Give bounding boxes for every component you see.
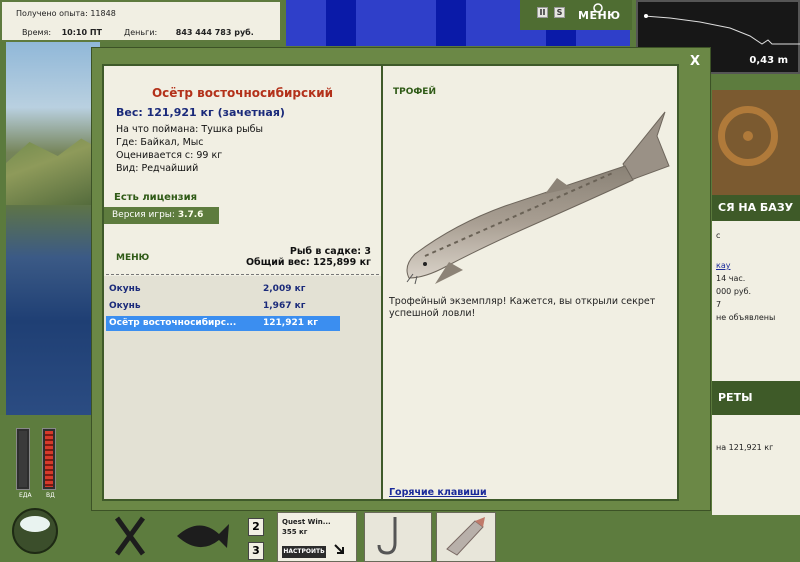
location-line: Где: Байкал, Мыс — [116, 137, 204, 148]
right-info-line — [716, 242, 796, 255]
bait-slot[interactable] — [436, 512, 496, 562]
player-hud: Получено опыта: 11848 Время: 10:10 ПТ Де… — [0, 0, 282, 42]
money-label: Деньги: — [124, 28, 158, 37]
fish-bait-icon — [446, 517, 485, 556]
bait-gauge — [42, 428, 56, 490]
right-info-line: 14 час. — [716, 274, 746, 283]
quest-title: Quest Win... — [282, 518, 331, 526]
catch-weight: 121,921 кг — [263, 318, 318, 328]
secrets-button[interactable]: РЕТЫ — [712, 381, 800, 415]
catch-name: Окунь — [109, 284, 141, 294]
caught-on-line: На что поймана: Тушка рыбы — [116, 124, 263, 135]
food-gauge — [16, 428, 30, 490]
xp-label: Получено опыта: — [16, 9, 88, 18]
bait-gauge-label: ВД — [46, 492, 55, 499]
license-status: Есть лицензия — [114, 192, 198, 203]
catch-list: Окунь 2,009 кг Окунь 1,967 кг Осётр вост… — [104, 276, 381, 499]
trophy-message: Трофейный экземпляр! Кажется, вы открыли… — [389, 296, 656, 319]
hotkeys-link[interactable]: Горячие клавиши — [389, 487, 487, 498]
return-to-base-label: СЯ НА БАЗУ — [718, 201, 794, 214]
depth-value: 0,43 m — [749, 55, 788, 66]
version-label: Версия игры: — [112, 210, 175, 220]
version-value: 3.7.6 — [177, 210, 204, 220]
divider — [106, 274, 379, 275]
time-label: Время: — [22, 28, 52, 37]
money-row: Деньги: 843 444 783 руб. — [124, 28, 254, 37]
catch-row[interactable]: Окунь 1,967 кг — [106, 299, 340, 314]
hook-icon — [377, 517, 397, 555]
trophy-panel: ТРОФЕЙ Трофейный экземпляр! Кажется, вы … — [381, 64, 679, 501]
settings-button[interactable]: S — [554, 7, 565, 18]
lake-view — [6, 40, 100, 415]
catch-weight: 2,009 кг — [263, 284, 306, 294]
right-info-line: 000 руб. — [716, 287, 752, 296]
fish-info-panel: Осётр восточносибирский Вес: 121,921 кг … — [102, 64, 383, 501]
close-icon[interactable]: X — [690, 54, 700, 69]
secrets-label: РЕТЫ — [718, 391, 753, 404]
slot-number-3[interactable]: 3 — [248, 542, 264, 560]
time-row: Время: 10:10 ПТ — [22, 28, 102, 37]
top-menu-button[interactable]: МЕНЮ — [576, 3, 621, 23]
cauldron-icon[interactable] — [12, 508, 58, 554]
crossed-tools-icon — [114, 516, 146, 556]
catch-name: Окунь — [109, 301, 141, 311]
catch-name: Осётр восточносибирс... — [109, 318, 237, 328]
setup-button[interactable]: НАСТРОИТЬ — [282, 546, 326, 558]
catch-dialog: X Осётр восточносибирский Вес: 121,921 к… — [91, 47, 711, 511]
money-value: 843 444 783 руб. — [175, 28, 254, 37]
dialog-menu-button[interactable]: МЕНЮ — [116, 253, 149, 263]
xp-value: 11848 — [90, 9, 116, 18]
return-to-base-button[interactable]: СЯ НА БАЗУ — [712, 195, 800, 221]
game-version: Версия игры: 3.7.6 — [104, 207, 219, 224]
valuation-line: Оценивается с: 99 кг — [116, 150, 223, 161]
food-gauge-label: ЕДА — [19, 492, 32, 499]
pause-button[interactable]: II — [537, 7, 548, 18]
sturgeon-image — [406, 111, 670, 285]
record-panel: на 121,921 кг — [712, 415, 800, 515]
slot-number-2[interactable]: 2 — [248, 518, 264, 536]
catch-row[interactable]: Окунь 2,009 кг — [106, 282, 340, 297]
record-text: на 121,921 кг — [716, 443, 774, 452]
tools-slot[interactable] — [105, 512, 169, 562]
xp-row: Получено опыта: 11848 — [16, 9, 116, 18]
fish-slot[interactable] — [171, 512, 235, 562]
species-rarity-line: Вид: Редчайший — [116, 163, 199, 174]
right-info-line: с — [716, 231, 721, 240]
arrow-icon[interactable] — [334, 544, 346, 556]
top-menu-label: МЕНЮ — [578, 9, 621, 22]
hills-image — [6, 138, 100, 205]
fish-icon — [177, 524, 229, 548]
time-value: 10:10 ПТ — [61, 28, 102, 37]
quest-weight: 355 кг — [282, 528, 308, 536]
fish-name: Осётр восточносибирский — [151, 86, 334, 100]
total-weight: Общий вес: 125,899 кг — [245, 257, 371, 268]
trophy-heading: ТРОФЕЙ — [393, 87, 436, 97]
ship-wheel-icon[interactable] — [718, 106, 778, 166]
fish-weight: Вес: 121,921 кг (зачетная) — [116, 106, 285, 119]
hook-slot[interactable] — [364, 512, 432, 562]
catch-weight: 1,967 кг — [263, 301, 306, 311]
quest-info: Quest Win... 355 кг — [282, 517, 331, 537]
right-info-panel: с кау 14 час. 000 руб. 7 не объявлены — [712, 221, 800, 381]
keep-count: Рыб в садке: 3 — [289, 246, 371, 257]
keep-net-summary: Рыб в садке: 3 Общий вес: 125,899 кг — [246, 246, 371, 268]
catch-row-selected[interactable]: Осётр восточносибирс... 121,921 кг — [106, 316, 340, 331]
right-info-line: 7 — [716, 300, 722, 309]
right-info-line: не объявлены — [716, 313, 776, 322]
right-info-link[interactable]: кау — [716, 259, 796, 272]
